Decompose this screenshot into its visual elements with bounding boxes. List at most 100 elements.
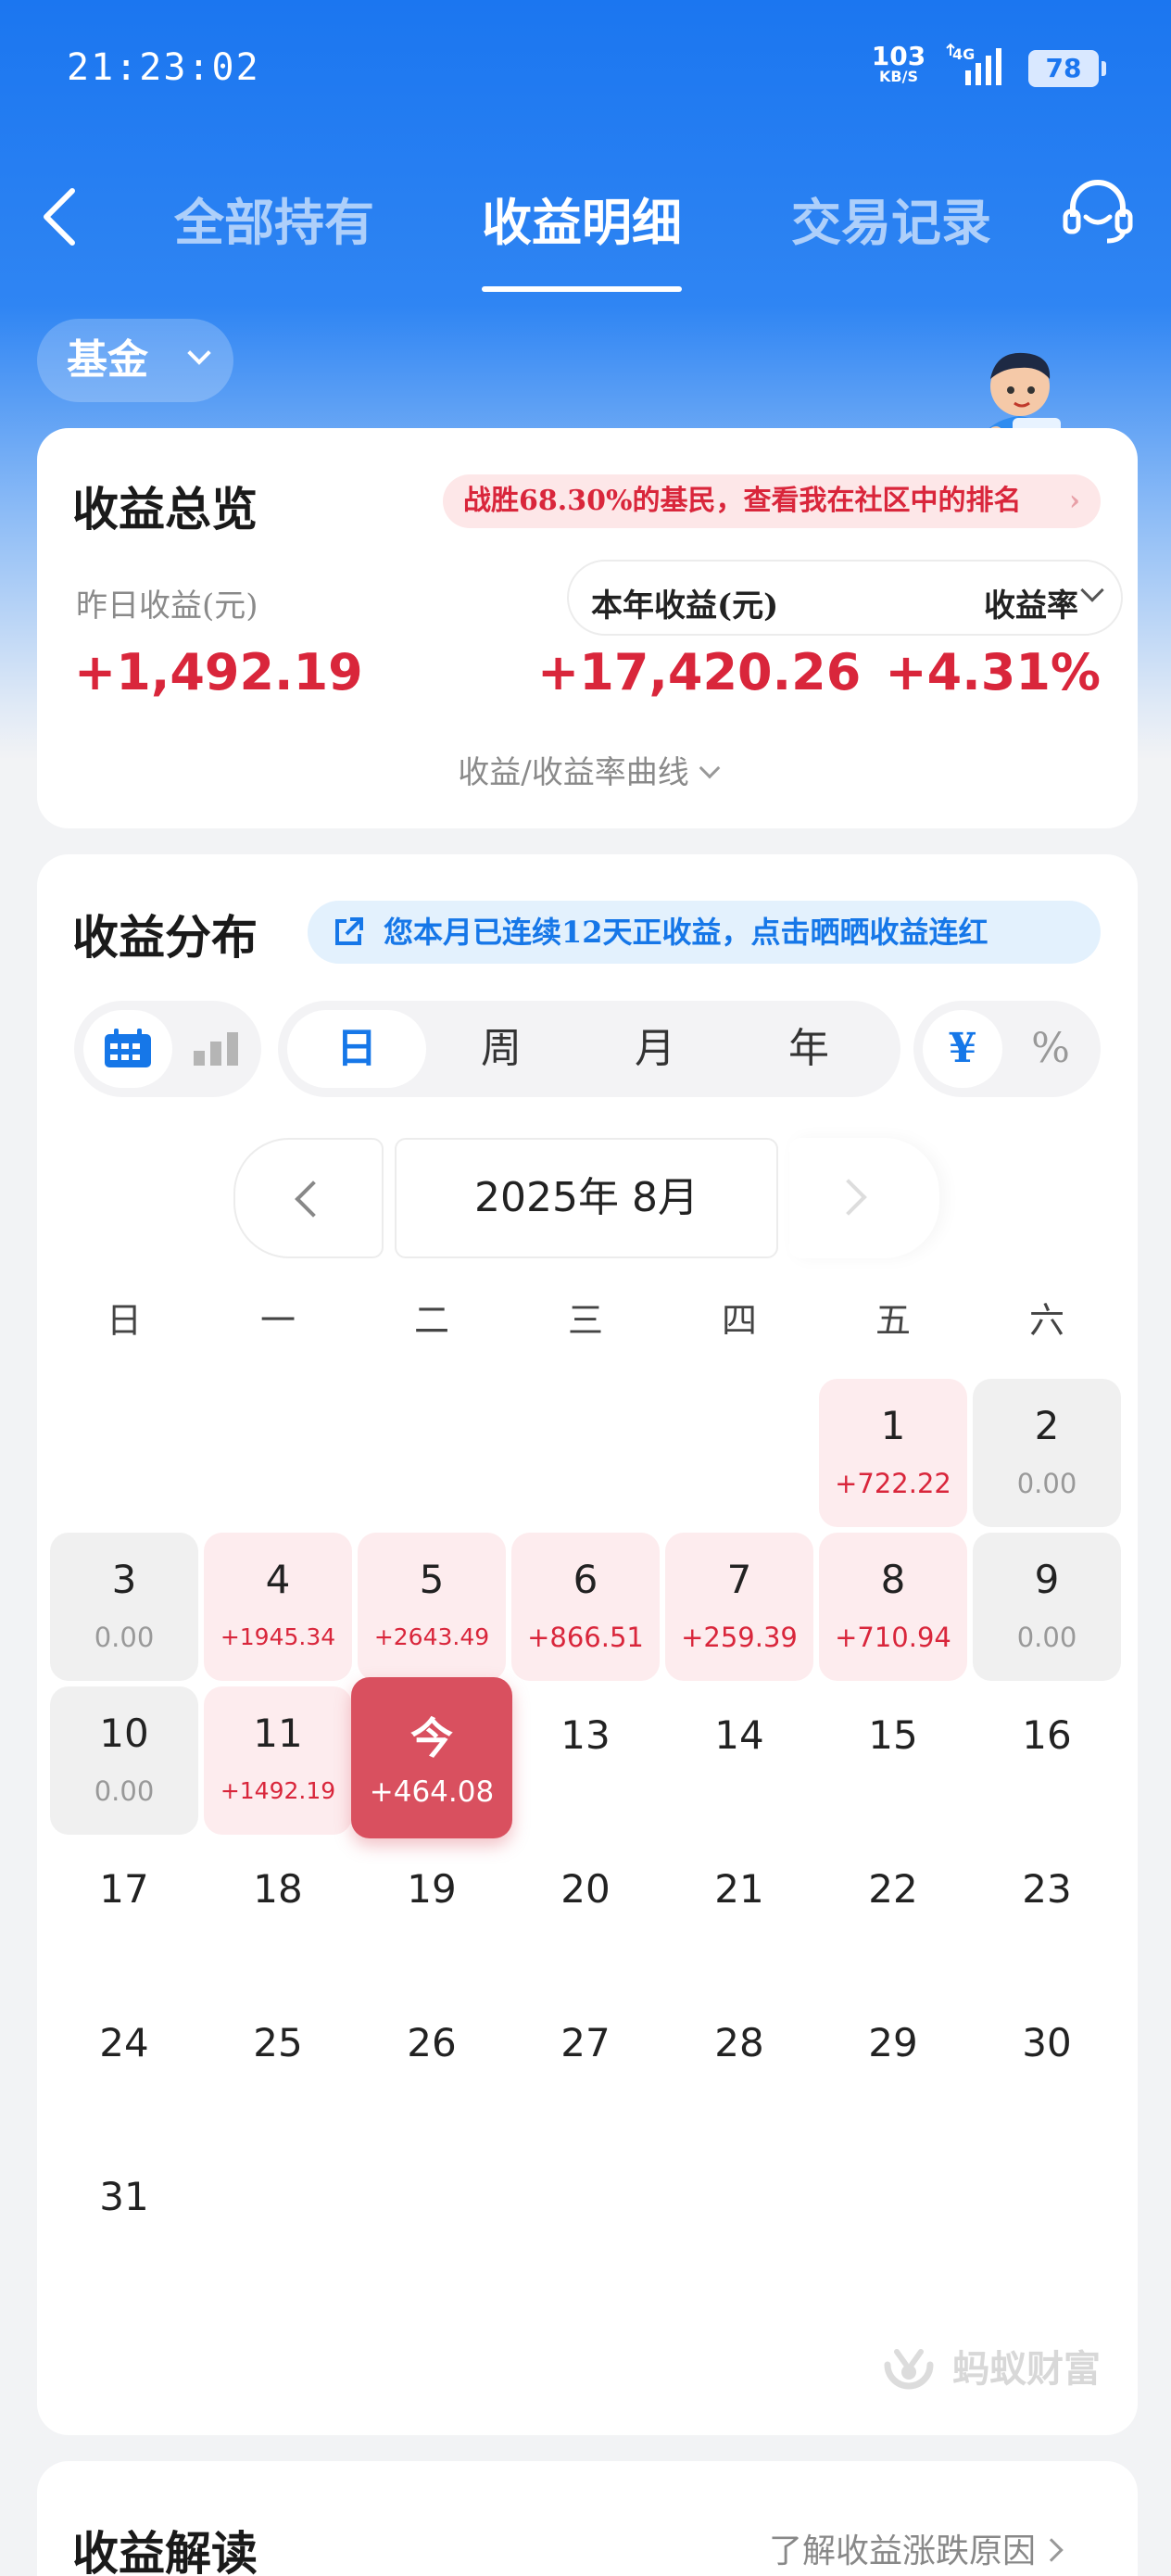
calendar-day[interactable]: 15	[819, 1686, 967, 1835]
tab-all-holdings[interactable]: 全部持有	[174, 182, 374, 255]
month-label[interactable]: 2025年 8月	[395, 1138, 778, 1258]
day-income: +2643.49	[373, 1623, 490, 1650]
calendar-day-today[interactable]: 今 +464.08	[351, 1677, 512, 1838]
back-button[interactable]	[35, 183, 91, 248]
streak-text: 您本月已连续12天正收益，点击晒晒收益连红	[384, 915, 988, 950]
weekday-label: 四	[721, 1300, 757, 1341]
calendar-day[interactable]: 25	[204, 1994, 352, 2142]
weekday-label: 三	[567, 1300, 603, 1341]
day-number: 15	[868, 1712, 918, 1758]
year-income-selector[interactable]: 本年收益(元) 收益率	[567, 560, 1123, 636]
calendar-day[interactable]: 11 +1492.19	[204, 1686, 352, 1835]
tab-income-detail[interactable]: 收益明细	[482, 182, 682, 292]
rank-text: 战胜68.30%的基民，查看我在社区中的排名	[463, 485, 1022, 517]
chevron-right-icon	[1039, 2538, 1064, 2562]
calendar-day[interactable]: 1 +722.22	[819, 1379, 967, 1527]
calendar-day[interactable]: 10 0.00	[50, 1686, 198, 1835]
day-number: 9	[1034, 1557, 1060, 1602]
calendar-day[interactable]: 14	[665, 1686, 813, 1835]
yesterday-label: 昨日收益(元)	[76, 587, 258, 625]
tab-transactions[interactable]: 交易记录	[791, 182, 991, 255]
unit-percent[interactable]: %	[1006, 1010, 1095, 1088]
day-number: 14	[714, 1712, 764, 1758]
day-number: 28	[714, 2020, 764, 2065]
asset-type-label: 基金	[67, 336, 148, 384]
rate-value: +4.31%	[885, 643, 1101, 701]
period-toggle: 日 周 月 年	[278, 1001, 900, 1097]
calendar-day[interactable]: 17	[50, 1840, 198, 1989]
period-day[interactable]: 日	[287, 1010, 426, 1088]
period-week[interactable]: 周	[441, 1010, 561, 1088]
calendar-day[interactable]: 26	[358, 1994, 506, 2142]
interpret-link[interactable]: 了解收益涨跌原因	[769, 2524, 1064, 2572]
day-number: 27	[560, 2020, 611, 2065]
curve-toggle[interactable]: 收益/收益率曲线	[37, 747, 1138, 792]
rank-banner[interactable]: 战胜68.30%的基民，查看我在社区中的排名 ›	[443, 474, 1101, 528]
calendar-day[interactable]: 24	[50, 1994, 198, 2142]
chevron-left-icon	[295, 1181, 332, 1218]
calendar-day[interactable]: 28	[665, 1994, 813, 2142]
calendar-day[interactable]: 8 +710.94	[819, 1533, 967, 1681]
interpret-link-text: 了解收益涨跌原因	[769, 2532, 1037, 2570]
calendar-day[interactable]: 21	[665, 1840, 813, 1989]
weekday-label: 二	[413, 1300, 449, 1341]
day-number: 今	[410, 1713, 453, 1763]
calendar-day[interactable]: 29	[819, 1994, 967, 2142]
calendar-day[interactable]: 13	[511, 1686, 660, 1835]
weekday-label: 五	[875, 1300, 911, 1341]
calendar-day[interactable]: 16	[973, 1686, 1121, 1835]
chevron-down-icon	[699, 757, 721, 779]
day-income: +259.39	[681, 1622, 798, 1653]
headset-icon	[1063, 180, 1133, 244]
status-time: 21:23:02	[67, 46, 260, 89]
prev-month-button[interactable]	[233, 1138, 384, 1258]
calendar-day[interactable]: 3 0.00	[50, 1533, 198, 1681]
calendar-day[interactable]: 27	[511, 1994, 660, 2142]
day-number: 3	[111, 1557, 137, 1602]
day-number: 25	[253, 2020, 303, 2065]
customer-service-button[interactable]	[1056, 176, 1140, 250]
status-bar: 21:23:02 103 KB/S 4G 78	[0, 0, 1171, 139]
period-month[interactable]: 月	[595, 1010, 715, 1088]
calendar-day[interactable]: 31	[50, 2148, 198, 2296]
yesterday-value: +1,492.19	[74, 643, 363, 701]
distribution-card: 收益分布 您本月已连续12天正收益，点击晒晒收益连红 日 周 月 年 ¥ % 2…	[37, 854, 1138, 2435]
weekday-label: 六	[1028, 1300, 1064, 1341]
day-number: 4	[265, 1557, 291, 1602]
calendar-day[interactable]: 30	[973, 1994, 1121, 2142]
day-number: 23	[1022, 1866, 1072, 1912]
chevron-down-icon	[1080, 578, 1104, 602]
calendar-day[interactable]: 7 +259.39	[665, 1533, 813, 1681]
calendar-day[interactable]: 6 +866.51	[511, 1533, 660, 1681]
unit-yuan[interactable]: ¥	[923, 1010, 1002, 1088]
calendar-icon	[105, 1029, 151, 1067]
day-number: 20	[560, 1866, 611, 1912]
calendar-day[interactable]: 4 +1945.34	[204, 1533, 352, 1681]
chevron-right-icon: ›	[1069, 485, 1080, 517]
calendar-day[interactable]: 23	[973, 1840, 1121, 1989]
day-number: 8	[880, 1557, 906, 1602]
battery-indicator: 78	[1028, 50, 1106, 87]
day-number: 16	[1022, 1712, 1072, 1758]
day-income: +710.94	[835, 1622, 951, 1653]
calendar-day[interactable]: 5 +2643.49	[358, 1533, 506, 1681]
overview-title: 收益总览	[72, 482, 258, 537]
ant-fortune-logo-icon	[884, 2349, 934, 2390]
calendar-day[interactable]: 9 0.00	[973, 1533, 1121, 1681]
streak-banner[interactable]: 您本月已连续12天正收益，点击晒晒收益连红	[308, 901, 1101, 964]
network-type: 4G	[952, 45, 975, 63]
calendar-view-button[interactable]	[83, 1010, 172, 1088]
calendar-day[interactable]: 2 0.00	[973, 1379, 1121, 1527]
day-income: +1492.19	[220, 1777, 336, 1804]
calendar-day[interactable]: 19	[358, 1840, 506, 1989]
calendar-day[interactable]: 20	[511, 1840, 660, 1989]
bar-chart-view-button[interactable]	[176, 1010, 256, 1088]
asset-type-filter[interactable]: 基金	[37, 319, 233, 402]
day-number: 26	[407, 2020, 457, 2065]
period-year[interactable]: 年	[749, 1010, 869, 1088]
calendar-day[interactable]: 22	[819, 1840, 967, 1989]
day-number: 6	[573, 1557, 598, 1602]
day-income: 0.00	[1016, 1468, 1077, 1499]
next-month-button[interactable]	[789, 1138, 939, 1258]
calendar-day[interactable]: 18	[204, 1840, 352, 1989]
